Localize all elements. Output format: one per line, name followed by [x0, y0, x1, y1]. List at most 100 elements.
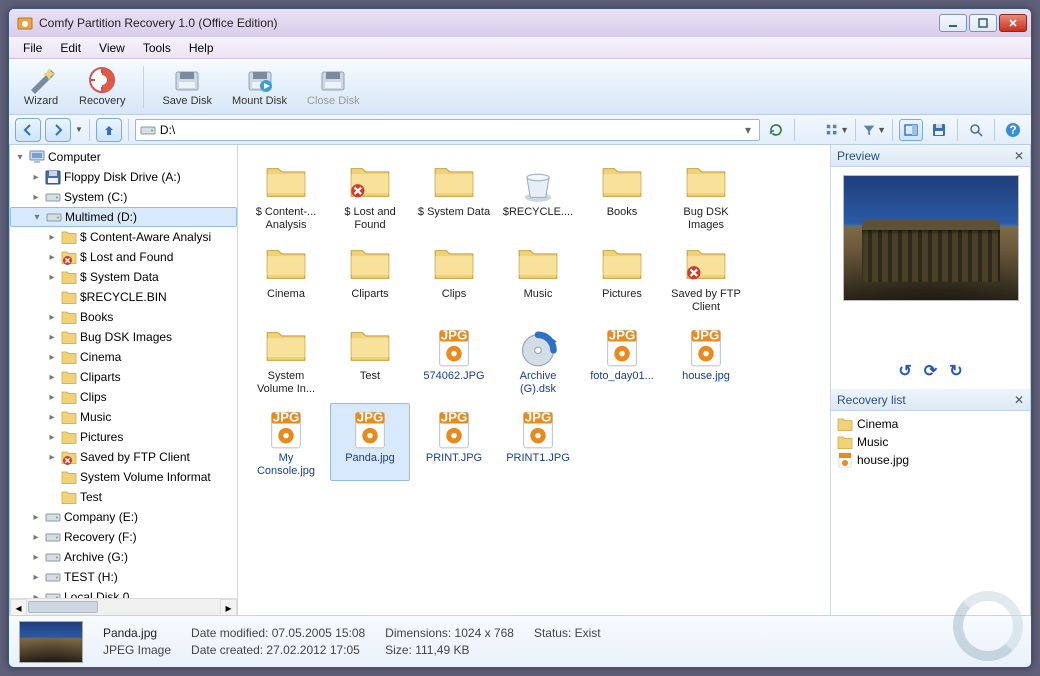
maximize-button[interactable] [969, 14, 997, 32]
expand-icon[interactable]: ▸ [46, 412, 58, 423]
file-item[interactable]: Saved by FTP Client [666, 239, 746, 317]
menu-view[interactable]: View [91, 39, 133, 57]
tree-item[interactable]: ▸System (C:) [10, 187, 237, 207]
file-pane[interactable]: $ Content-... Analysis$ Lost and Found$ … [238, 145, 830, 615]
tree-item[interactable]: ▸Books [10, 307, 237, 327]
tree-item[interactable]: ▸Saved by FTP Client [10, 447, 237, 467]
tree-item[interactable]: ▸$ Content-Aware Analysi [10, 227, 237, 247]
tree-item[interactable]: ▸Pictures [10, 427, 237, 447]
titlebar[interactable]: Comfy Partition Recovery 1.0 (Office Edi… [9, 9, 1031, 37]
file-item[interactable]: $ System Data [414, 157, 494, 235]
preview-toggle-button[interactable] [899, 119, 923, 141]
menu-edit[interactable]: Edit [52, 39, 89, 57]
file-item[interactable]: PRINT.JPG [414, 403, 494, 481]
expand-icon[interactable]: ▸ [46, 252, 58, 263]
tree-item[interactable]: ▸Archive (G:) [10, 547, 237, 567]
tree-item[interactable]: System Volume Informat [10, 467, 237, 487]
view-mode-button[interactable]: ▼ [825, 119, 849, 141]
tree-item[interactable]: ▸Company (E:) [10, 507, 237, 527]
preview-close-icon[interactable]: ✕ [1014, 149, 1024, 163]
expand-icon[interactable]: ▸ [46, 312, 58, 323]
file-item[interactable]: PRINT1.JPG [498, 403, 578, 481]
file-item[interactable]: System Volume In... [246, 321, 326, 399]
address-dropdown-icon[interactable]: ▾ [741, 123, 755, 137]
tree-item[interactable]: $RECYCLE.BIN [10, 287, 237, 307]
filter-button[interactable]: ▼ [862, 119, 886, 141]
address-bar[interactable]: ▾ [135, 119, 760, 141]
tree-item[interactable]: ▸Floppy Disk Drive (A:) [10, 167, 237, 187]
refresh-button[interactable] [764, 119, 788, 141]
expand-icon[interactable]: ▸ [46, 432, 58, 443]
help-button[interactable]: ? [1001, 119, 1025, 141]
expand-icon[interactable]: ▾ [31, 212, 43, 223]
file-item[interactable]: $RECYCLE.... [498, 157, 578, 235]
file-item[interactable]: Test [330, 321, 410, 399]
expand-icon[interactable]: ▸ [46, 372, 58, 383]
expand-icon[interactable]: ▸ [30, 172, 42, 183]
file-item[interactable]: Panda.jpg [330, 403, 410, 481]
menu-file[interactable]: File [15, 39, 50, 57]
expand-icon[interactable]: ▸ [30, 532, 42, 543]
recovery-item[interactable]: Music [837, 433, 1024, 451]
expand-icon[interactable]: ▸ [46, 232, 58, 243]
back-button[interactable] [15, 118, 41, 142]
tree-item[interactable]: ▸Clips [10, 387, 237, 407]
search-button[interactable] [964, 119, 988, 141]
expand-icon[interactable]: ▸ [30, 552, 42, 563]
tree-item[interactable]: ▾Multimed (D:) [10, 207, 237, 227]
tree-item[interactable]: ▸Local Disk 0 [10, 587, 237, 598]
tree-item[interactable]: ▸Cliparts [10, 367, 237, 387]
expand-icon[interactable]: ▸ [46, 452, 58, 463]
menu-help[interactable]: Help [181, 39, 222, 57]
expand-icon[interactable]: ▸ [46, 272, 58, 283]
tree-item[interactable]: ▸Recovery (F:) [10, 527, 237, 547]
file-item[interactable]: My Console.jpg [246, 403, 326, 481]
expand-icon[interactable]: ▸ [46, 392, 58, 403]
file-item[interactable]: Cinema [246, 239, 326, 317]
recovery-item[interactable]: house.jpg [837, 451, 1024, 469]
tree-item[interactable]: ▸$ System Data [10, 267, 237, 287]
file-item[interactable]: Books [582, 157, 662, 235]
expand-icon[interactable]: ▸ [30, 512, 42, 523]
address-input[interactable] [160, 123, 741, 137]
file-item[interactable]: $ Content-... Analysis [246, 157, 326, 235]
file-item[interactable]: house.jpg [666, 321, 746, 399]
rotate-ccw-icon[interactable]: ↺ [898, 361, 911, 381]
mountdisk-button[interactable]: Mount Disk [224, 61, 295, 113]
expand-icon[interactable]: ▸ [46, 352, 58, 363]
file-item[interactable]: Clips [414, 239, 494, 317]
up-button[interactable] [96, 118, 122, 142]
minimize-button[interactable] [939, 14, 967, 32]
file-item[interactable]: $ Lost and Found [330, 157, 410, 235]
tree-item[interactable]: ▸$ Lost and Found [10, 247, 237, 267]
rotate-cw-icon[interactable]: ↻ [949, 361, 962, 381]
expand-icon[interactable]: ▸ [30, 192, 42, 203]
expand-icon[interactable]: ▾ [14, 152, 26, 163]
recovery-item[interactable]: Cinema [837, 415, 1024, 433]
tree-item[interactable]: ▸TEST (H:) [10, 567, 237, 587]
expand-icon[interactable]: ▸ [30, 572, 42, 583]
menu-tools[interactable]: Tools [135, 39, 179, 57]
refresh-icon[interactable]: ⟳ [924, 361, 937, 381]
tree-item[interactable]: ▾Computer [10, 147, 237, 167]
savedisk-button[interactable]: Save Disk [154, 61, 220, 113]
tree-item[interactable]: ▸Music [10, 407, 237, 427]
file-item[interactable]: 574062.JPG [414, 321, 494, 399]
forward-button[interactable] [45, 118, 71, 142]
tree-item[interactable]: Test [10, 487, 237, 507]
recovery-button[interactable]: Recovery [71, 61, 133, 113]
file-item[interactable]: Music [498, 239, 578, 317]
file-item[interactable]: Archive (G).dsk [498, 321, 578, 399]
recovery-close-icon[interactable]: ✕ [1014, 393, 1024, 407]
recovery-list[interactable]: CinemaMusichouse.jpg [831, 411, 1030, 615]
file-item[interactable]: Cliparts [330, 239, 410, 317]
close-button[interactable] [999, 14, 1027, 32]
tree-hscrollbar[interactable]: ◂▸ [10, 598, 237, 615]
file-item[interactable]: Pictures [582, 239, 662, 317]
tree-item[interactable]: ▸Bug DSK Images [10, 327, 237, 347]
file-item[interactable]: foto_day01... [582, 321, 662, 399]
tree-item[interactable]: ▸Cinema [10, 347, 237, 367]
wizard-button[interactable]: Wizard [15, 61, 67, 113]
save-button[interactable] [927, 119, 951, 141]
expand-icon[interactable]: ▸ [46, 332, 58, 343]
